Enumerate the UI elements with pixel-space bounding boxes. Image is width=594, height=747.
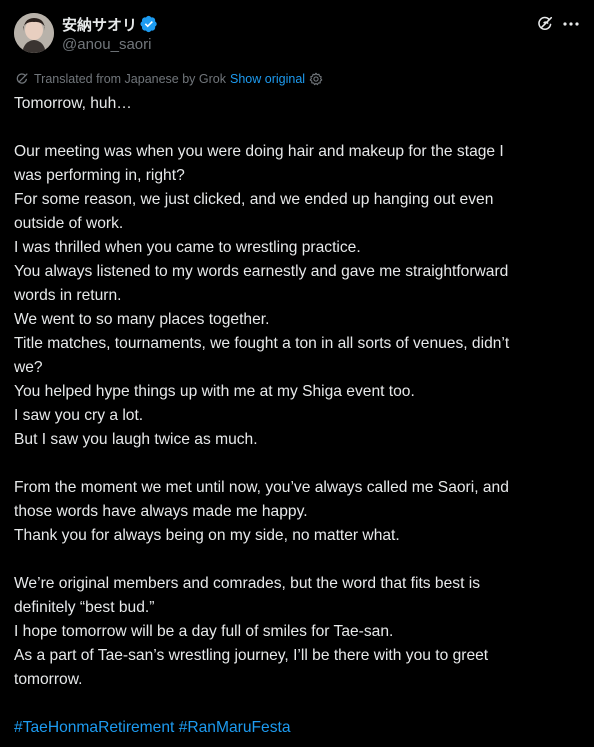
gear-icon[interactable] — [309, 72, 323, 86]
tweet-line: Title matches, tournaments, we fought a … — [14, 335, 510, 352]
tweet-line: For some reason, we just clicked, and we… — [14, 191, 494, 208]
verified-badge-icon — [140, 15, 158, 33]
tweet-line: those words have always made me happy. — [14, 503, 308, 520]
tweet-line: But I saw you laugh twice as much. — [14, 431, 258, 448]
grok-translate-icon — [15, 72, 29, 86]
translation-notice: Translated from Japanese by Grok Show or… — [15, 71, 323, 87]
show-original-link[interactable]: Show original — [230, 72, 305, 86]
grok-icon[interactable] — [535, 14, 555, 34]
tweet-line — [14, 452, 584, 476]
tweet-line: You helped hype things up with me at my … — [14, 383, 415, 400]
tweet-line: outside of work. — [14, 215, 124, 232]
tweet-line: We went to so many places together. — [14, 311, 270, 328]
display-name[interactable]: 安納サオリ — [62, 14, 137, 35]
avatar[interactable] — [14, 13, 54, 53]
hashtag-link[interactable]: #RanMaruFesta — [179, 719, 291, 736]
tweet-line: I was thrilled when you came to wrestlin… — [14, 239, 361, 256]
tweet-line: You always listened to my words earnestl… — [14, 263, 509, 280]
tweet-line: we? — [14, 359, 43, 376]
tweet-line: I saw you cry a lot. — [14, 407, 144, 424]
tweet-line: We’re original members and comrades, but… — [14, 575, 481, 592]
hashtag-row: #TaeHonmaRetirement #RanMaruFesta — [14, 716, 291, 740]
tweet-line: tomorrow. — [14, 671, 83, 688]
more-icon[interactable] — [561, 14, 581, 34]
tweet-line: Tomorrow, huh… — [14, 95, 132, 112]
tweet-line: words in return. — [14, 287, 122, 304]
tweet-line: Thank you for always being on my side, n… — [14, 527, 400, 544]
tweet-line: As a part of Tae-san’s wrestling journey… — [14, 647, 489, 664]
hashtag-link[interactable]: #TaeHonmaRetirement — [14, 719, 174, 736]
tweet-line — [14, 548, 584, 572]
tweet-text: Tomorrow, huh… Our meeting was when you … — [14, 92, 584, 692]
tweet-line: From the moment we met until now, you’ve… — [14, 479, 509, 496]
tweet-line: definitely “best bud.” — [14, 599, 155, 616]
tweet-line: I hope tomorrow will be a day full of sm… — [14, 623, 394, 640]
tweet-line: was performing in, right? — [14, 167, 185, 184]
translation-label: Translated from Japanese by Grok — [34, 72, 226, 86]
handle[interactable]: @anou_saori — [62, 36, 151, 53]
tweet-line — [14, 116, 584, 140]
tweet-line: Our meeting was when you were doing hair… — [14, 143, 504, 160]
